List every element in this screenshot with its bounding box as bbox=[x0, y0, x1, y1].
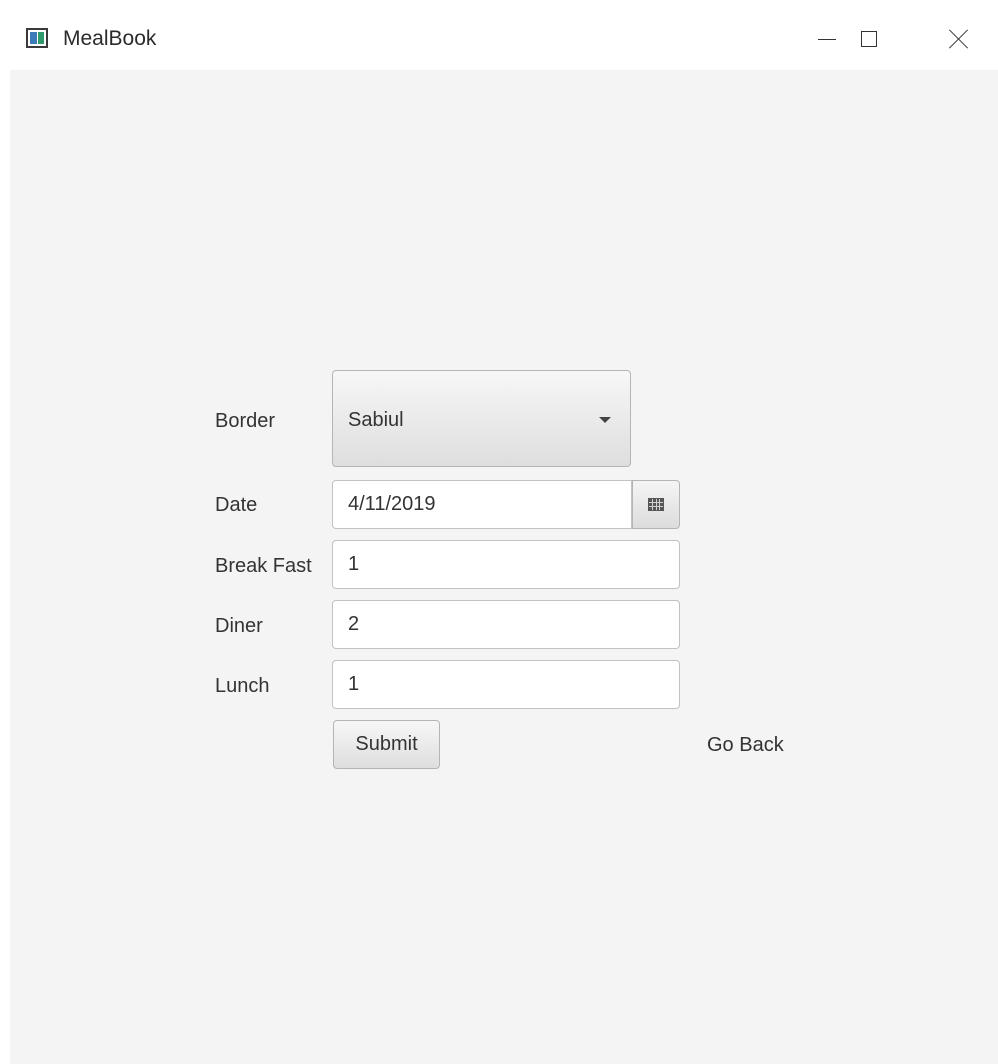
app-window-icon bbox=[26, 28, 48, 48]
calendar-icon bbox=[648, 498, 664, 511]
date-label: Date bbox=[215, 494, 258, 516]
chevron-down-icon bbox=[599, 417, 611, 423]
border-selected-value: Sabiul bbox=[348, 409, 404, 431]
date-picker-button[interactable] bbox=[632, 480, 680, 529]
title-bar[interactable]: MealBook bbox=[0, 0, 998, 70]
diner-input[interactable] bbox=[332, 600, 680, 649]
minimize-icon bbox=[818, 38, 836, 40]
maximize-icon bbox=[861, 31, 877, 47]
minimize-button[interactable] bbox=[804, 16, 850, 62]
maximize-button[interactable] bbox=[846, 16, 892, 62]
breakfast-input[interactable] bbox=[332, 540, 680, 589]
submit-button[interactable]: Submit bbox=[333, 720, 440, 769]
lunch-label: Lunch bbox=[215, 675, 270, 697]
window-title: MealBook bbox=[63, 27, 157, 50]
border-label: Border bbox=[215, 410, 276, 432]
lunch-input[interactable] bbox=[332, 660, 680, 709]
go-back-link[interactable]: Go Back bbox=[707, 733, 784, 757]
close-button[interactable] bbox=[936, 16, 982, 62]
close-icon bbox=[949, 29, 969, 49]
breakfast-label: Break Fast bbox=[215, 555, 312, 577]
diner-label: Diner bbox=[215, 615, 263, 637]
meal-entry-form: Border Sabiul Date Break Fast Diner Lunc… bbox=[10, 70, 998, 1064]
app-window: MealBook Border Sabiul Date Break bbox=[0, 0, 998, 1064]
date-input[interactable] bbox=[332, 480, 632, 529]
border-combobox[interactable]: Sabiul bbox=[332, 370, 631, 467]
